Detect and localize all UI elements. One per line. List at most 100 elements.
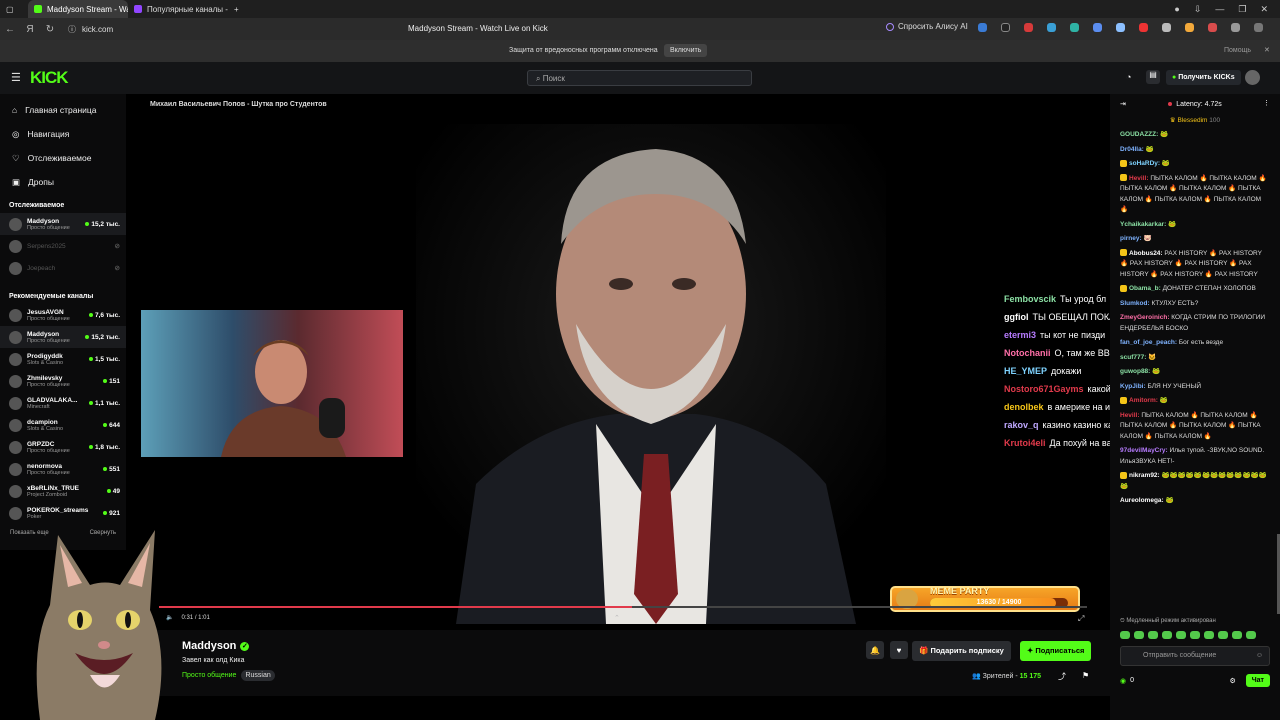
emote-icon[interactable]	[1232, 631, 1242, 639]
help-link[interactable]: Помощь	[1224, 47, 1251, 54]
layout-icon[interactable]: ▤	[1146, 70, 1160, 84]
emote-icon[interactable]	[1120, 631, 1130, 639]
chat-username[interactable]: ZmeyGeroinich:	[1120, 314, 1169, 321]
emoji-picker-icon[interactable]: ☺	[1256, 652, 1263, 659]
browser-tab-active[interactable]: Maddyson Stream - Watch ✕	[28, 0, 128, 18]
restore-icon[interactable]: ❐	[1238, 4, 1246, 15]
channel-points-icon[interactable]: ◉	[1120, 677, 1126, 685]
user-avatar[interactable]	[1245, 70, 1260, 85]
chat-username[interactable]: KypJibi:	[1120, 383, 1146, 390]
stream-category[interactable]: Просто общение	[182, 672, 236, 679]
kick-logo[interactable]: KICK	[30, 68, 69, 88]
refresh-icon[interactable]: ↻	[40, 24, 60, 35]
chat-username[interactable]: soHaRDy:	[1129, 160, 1160, 167]
emote-icon[interactable]	[1134, 631, 1144, 639]
sidebar-channel-item[interactable]: Zhmilevsky Просто общение 151	[0, 370, 126, 392]
chat-username[interactable]: 97devilMayCry:	[1120, 447, 1168, 454]
extension-icon[interactable]	[1208, 23, 1217, 32]
video-player[interactable]: Михаил Васильевич Попов - Шутка про Студ…	[126, 94, 1110, 630]
sidebar-channel-item[interactable]: Maddyson Просто общение 15,2 тыс.	[0, 213, 126, 235]
extension-icon[interactable]	[1001, 23, 1010, 32]
emote-icon[interactable]	[1204, 631, 1214, 639]
extension-icon[interactable]	[1047, 23, 1056, 32]
chat-settings-icon[interactable]: ⋮	[1263, 99, 1270, 107]
chat-username[interactable]: Aureolomega:	[1120, 497, 1164, 504]
share-icon[interactable]: ⤴	[1058, 671, 1066, 682]
emote-icon[interactable]	[1148, 631, 1158, 639]
video-progress-bar[interactable]	[159, 606, 1087, 608]
extension-icon[interactable]	[1116, 23, 1125, 32]
sidebar-channel-item[interactable]: Maddyson Просто общение 15,2 тыс.	[0, 326, 126, 348]
extensions-puzzle-icon[interactable]	[1231, 23, 1240, 32]
chat-username[interactable]: nikram92:	[1129, 472, 1160, 479]
chat-username[interactable]: scuf777:	[1120, 354, 1146, 361]
chat-username[interactable]: GOUDAZZZ:	[1120, 131, 1158, 138]
collapse-chat-icon[interactable]: ⇥	[1120, 100, 1126, 108]
notification-bell-button[interactable]: 🔔	[866, 641, 884, 659]
extension-icon[interactable]	[1070, 23, 1079, 32]
close-infobar-icon[interactable]: ✕	[1264, 46, 1270, 54]
chat-username[interactable]: Amitorm:	[1129, 397, 1158, 404]
chat-username[interactable]: Ychaikakarkar:	[1120, 221, 1166, 228]
extension-icon[interactable]	[1024, 23, 1033, 32]
alice-button[interactable]: Спросить Алису AI	[886, 22, 968, 31]
emote-icon[interactable]	[1246, 631, 1256, 639]
chat-username[interactable]: guwop88:	[1120, 368, 1150, 375]
sidebar-channel-item[interactable]: dcampion Slots & Casino 644	[0, 414, 126, 436]
chat-username[interactable]: fan_of_joe_peach:	[1120, 339, 1177, 346]
emote-icon[interactable]	[1162, 631, 1172, 639]
extension-icon[interactable]	[1139, 23, 1148, 32]
profile-icon[interactable]: ●	[1174, 4, 1179, 15]
close-window-icon[interactable]: ✕	[1260, 4, 1268, 15]
menu-icon[interactable]	[1254, 23, 1263, 32]
extension-icon[interactable]	[1162, 23, 1171, 32]
hamburger-menu-icon[interactable]: ☰	[11, 71, 21, 84]
sidebar-channel-item[interactable]: GLADVALAKA... Minecraft 1,1 тыс.	[0, 392, 126, 414]
sidebar-nav-item[interactable]: ♡ Отслеживаемое	[0, 146, 126, 170]
sidebar-channel-item[interactable]: POKEROK_streams Poker 921	[0, 502, 126, 524]
extension-icon[interactable]	[978, 23, 987, 32]
chat-username[interactable]: Abobus24:	[1129, 250, 1163, 257]
emote-icon[interactable]	[1190, 631, 1200, 639]
minimize-icon[interactable]: —	[1215, 4, 1224, 15]
chat-message-input[interactable]: Отправить сообщение ☺	[1120, 646, 1270, 666]
chat-gear-icon[interactable]: ⚙	[1229, 677, 1235, 685]
clips-icon[interactable]: ◔	[1126, 72, 1131, 82]
chat-username[interactable]: Dr04lla:	[1120, 146, 1144, 153]
sidebar-channel-item[interactable]: Prodigyddk Slots & Casino 1,5 тыс.	[0, 348, 126, 370]
extension-icon[interactable]	[1093, 23, 1102, 32]
chat-username[interactable]: Hevill:	[1120, 412, 1140, 419]
get-kicks-button[interactable]: ● Получить KICKs	[1166, 70, 1241, 85]
chat-send-button[interactable]: Чат	[1245, 674, 1270, 687]
follow-heart-button[interactable]: ♥	[890, 641, 908, 659]
gift-sub-button[interactable]: 🎁 Подарить подписку	[912, 641, 1011, 661]
emote-icon[interactable]	[1176, 631, 1186, 639]
downloads-icon[interactable]: ⇩	[1194, 4, 1202, 15]
sidebar-nav-item[interactable]: ⌂ Главная страница	[0, 98, 126, 122]
sidebar-channel-item[interactable]: Serpens2025 ⊘	[0, 235, 126, 257]
chat-username[interactable]: pirney:	[1120, 235, 1142, 242]
chevron-up-icon[interactable]: ⌃	[614, 614, 620, 622]
emote-icon[interactable]	[1218, 631, 1228, 639]
tab-switcher-button[interactable]: ▢	[0, 0, 28, 18]
search-input[interactable]: ⌕ Поиск	[527, 70, 752, 86]
sidebar-channel-item[interactable]: nenormova Просто общение 551	[0, 458, 126, 480]
fullscreen-icon[interactable]: ⤢	[1078, 614, 1084, 624]
sidebar-nav-item[interactable]: ▣ Дропы	[0, 170, 126, 194]
subscribe-button[interactable]: ✦ Подписаться	[1020, 641, 1092, 661]
chat-username[interactable]: Hevill:	[1129, 175, 1149, 182]
chat-username[interactable]: Slumkod:	[1120, 300, 1150, 307]
sidebar-channel-item[interactable]: JesusAVGN Просто общение 7,6 тыс.	[0, 304, 126, 326]
url-field[interactable]: ⓘ kick.com	[68, 24, 113, 35]
site-info-icon[interactable]: ⓘ	[68, 24, 76, 35]
sidebar-nav-item[interactable]: ◎ Навигация	[0, 122, 126, 146]
yandex-icon[interactable]: Я	[20, 24, 40, 35]
report-icon[interactable]: ⚑	[1082, 671, 1089, 680]
extension-icon[interactable]	[1185, 23, 1194, 32]
browser-tab[interactable]: Популярные каналы - Tw ✕	[128, 0, 228, 18]
enable-protection-button[interactable]: Включить	[664, 44, 708, 57]
chat-username[interactable]: Obama_b:	[1129, 285, 1161, 292]
language-tag[interactable]: Russian	[241, 670, 275, 681]
back-icon[interactable]: ←	[0, 24, 20, 35]
new-tab-button[interactable]: +	[228, 0, 250, 18]
